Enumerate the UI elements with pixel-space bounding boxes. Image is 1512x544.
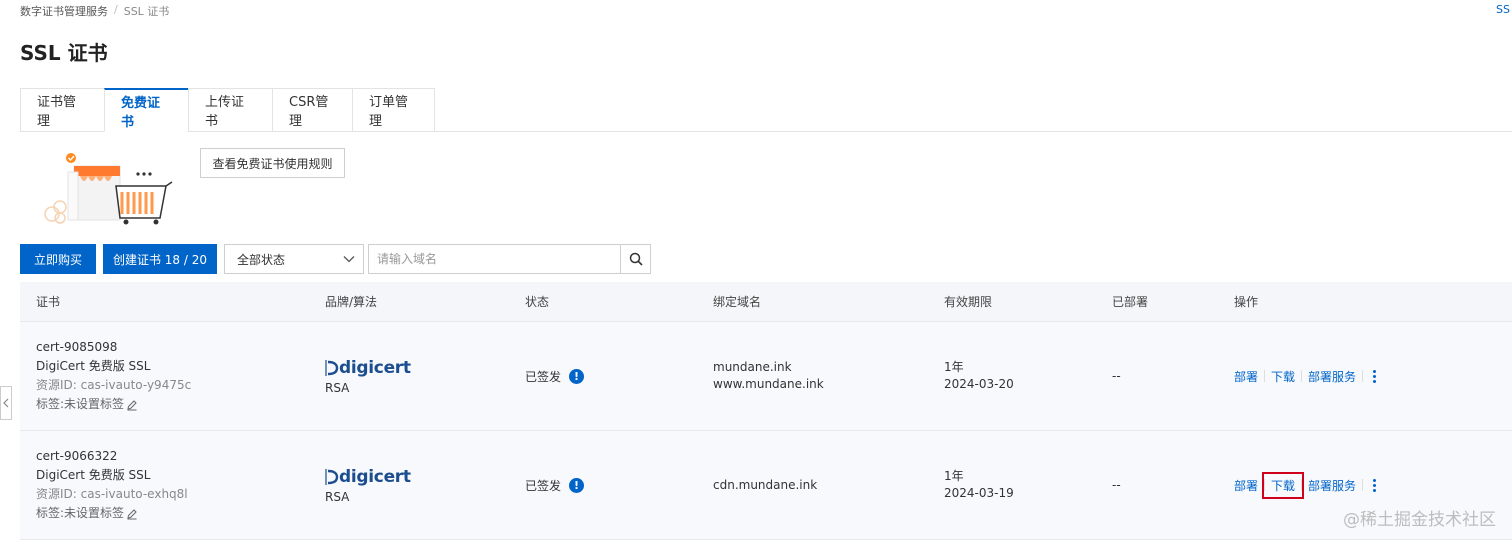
domain-secondary: www.mundane.ink (713, 377, 824, 391)
cert-tag-label: 标签:未设置标签 (36, 397, 125, 411)
domain-primary: cdn.mundane.ink (713, 477, 818, 492)
download-link-highlighted[interactable]: 下载 (1262, 471, 1305, 499)
breadcrumb-current: SSL 证书 (123, 5, 170, 18)
breadcrumb: 数字证书管理服务 / SSL 证书 (20, 3, 169, 19)
validity-period: 1年 (944, 469, 964, 483)
col-brand: 品牌/算法 (325, 295, 378, 309)
validity-period: 1年 (944, 360, 964, 374)
info-icon[interactable]: ! (569, 477, 585, 493)
actions-cell: 部署 下载 部署服务 (1234, 366, 1512, 387)
col-domain: 绑定域名 (713, 295, 762, 309)
page-title: SSL 证书 (20, 41, 108, 65)
chevron-left-icon (3, 398, 9, 408)
status-text: 已签发 (525, 478, 562, 493)
download-link[interactable]: 下载 (1265, 366, 1301, 387)
status-text: 已签发 (525, 369, 562, 384)
breadcrumb-root[interactable]: 数字证书管理服务 (20, 3, 108, 19)
digicert-logo-mark (325, 469, 339, 485)
action-separator (1362, 479, 1364, 491)
watermark: @稀土掘金技术社区 (1343, 510, 1496, 530)
cert-tag: 标签:未设置标签 (36, 504, 325, 523)
table-header: 证书 品牌/算法 状态 绑定域名 有效期限 已部署 操作 (20, 282, 1512, 322)
edit-icon[interactable] (126, 508, 138, 520)
validity-cell: 1年 2024-03-19 (944, 468, 1112, 502)
cert-tag-label: 标签:未设置标签 (36, 506, 125, 520)
status-select[interactable]: 全部状态 (224, 244, 364, 274)
cert-cell: cert-9085098 DigiCert 免费版 SSL 资源ID: cas-… (20, 338, 325, 414)
deploy-link[interactable]: 部署 (1234, 475, 1264, 496)
deploy-service-link[interactable]: 部署服务 (1302, 475, 1362, 496)
table-row: cert-9066322 DigiCert 免费版 SSL 资源ID: cas-… (20, 431, 1512, 540)
tab-upload-cert[interactable]: 上传证书 (188, 88, 272, 132)
cert-table: 证书 品牌/算法 状态 绑定域名 有效期限 已部署 操作 cert-908509… (20, 282, 1512, 540)
search-icon (629, 252, 643, 266)
tab-free-cert[interactable]: 免费证书 (104, 88, 188, 132)
deployed-cell: -- (1112, 369, 1121, 383)
col-deployed: 已部署 (1112, 295, 1149, 309)
brand-cell: digicert RSA (325, 357, 525, 395)
digicert-logo: digicert (325, 466, 525, 488)
digicert-logo-mark (325, 360, 339, 376)
tab-bar: 证书管理 免费证书 上传证书 CSR管理 订单管理 (20, 88, 435, 132)
validity-date: 2024-03-19 (944, 486, 1014, 500)
digicert-logo: digicert (325, 357, 525, 379)
corner-link[interactable]: SS (1496, 3, 1510, 16)
algorithm: RSA (325, 490, 350, 504)
deploy-link[interactable]: 部署 (1234, 366, 1264, 387)
tab-csr-management[interactable]: CSR管理 (272, 88, 352, 132)
domain-search (368, 244, 651, 274)
cert-id[interactable]: cert-9066322 (36, 447, 325, 466)
col-cert: 证书 (36, 295, 61, 309)
breadcrumb-separator: / (114, 3, 118, 16)
edit-icon[interactable] (126, 399, 138, 411)
resource-id: 资源ID: cas-ivauto-exhq8l (36, 487, 188, 501)
actions-cell: 部署 下载 部署服务 (1234, 471, 1512, 499)
more-icon[interactable] (1373, 369, 1377, 383)
shopping-illustration (44, 153, 173, 225)
deploy-service-link[interactable]: 部署服务 (1302, 366, 1362, 387)
cert-id[interactable]: cert-9085098 (36, 338, 325, 357)
tab-order-management[interactable]: 订单管理 (352, 88, 435, 132)
action-separator (1362, 370, 1364, 382)
status-cell: 已签发 ! (525, 368, 713, 385)
col-actions: 操作 (1234, 295, 1259, 309)
status-cell: 已签发 ! (525, 477, 713, 494)
cert-type: DigiCert 免费版 SSL (36, 468, 151, 482)
chevron-down-icon (343, 256, 355, 263)
tab-cert-management[interactable]: 证书管理 (20, 88, 104, 132)
brand-cell: digicert RSA (325, 466, 525, 504)
search-button[interactable] (620, 245, 650, 273)
status-select-value: 全部状态 (237, 252, 286, 267)
cert-cell: cert-9066322 DigiCert 免费版 SSL 资源ID: cas-… (20, 447, 325, 523)
validity-cell: 1年 2024-03-20 (944, 359, 1112, 393)
cert-tag: 标签:未设置标签 (36, 395, 325, 414)
toolbar: 立即购买 创建证书 18 / 20 全部状态 (20, 244, 651, 274)
view-free-cert-rules-button[interactable]: 查看免费证书使用规则 (200, 148, 345, 178)
domain-cell: cdn.mundane.ink (713, 477, 944, 494)
brand-name: digicert (339, 467, 411, 487)
domain-search-input[interactable] (369, 245, 620, 273)
info-icon[interactable]: ! (569, 368, 585, 384)
sidebar-toggle[interactable] (0, 386, 12, 420)
table-row: cert-9085098 DigiCert 免费版 SSL 资源ID: cas-… (20, 322, 1512, 431)
brand-name: digicert (339, 358, 411, 378)
col-validity: 有效期限 (944, 295, 993, 309)
algorithm: RSA (325, 381, 350, 395)
validity-date: 2024-03-20 (944, 377, 1014, 391)
create-cert-button[interactable]: 创建证书 18 / 20 (103, 244, 217, 274)
cert-type: DigiCert 免费版 SSL (36, 359, 151, 373)
col-status: 状态 (525, 295, 550, 309)
resource-id: 资源ID: cas-ivauto-y9475c (36, 378, 192, 392)
domain-primary: mundane.ink (713, 360, 792, 374)
deployed-cell: -- (1112, 478, 1121, 492)
more-icon[interactable] (1373, 478, 1377, 492)
buy-now-button[interactable]: 立即购买 (20, 244, 96, 274)
domain-cell: mundane.ink www.mundane.ink (713, 359, 944, 393)
